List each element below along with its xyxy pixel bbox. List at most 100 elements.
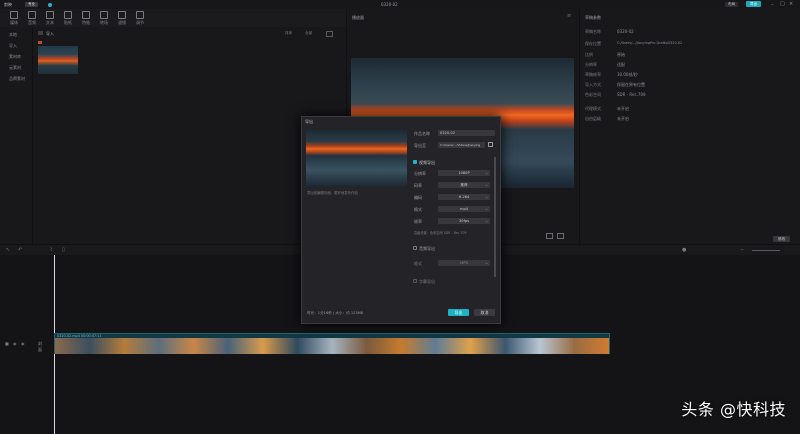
audio-section-title: 音频导出 <box>419 246 435 251</box>
sidebar-item-cloud[interactable]: 云素材 <box>9 65 21 71</box>
export-button[interactable]: 导出 <box>448 309 469 316</box>
media-thumbnail[interactable] <box>38 46 78 74</box>
draft-title: 草稿参数 <box>585 15 601 20</box>
chevron-down-icon: ⌄ <box>484 183 488 187</box>
filename-input[interactable]: 0320-02 <box>438 130 495 136</box>
grid-view-icon[interactable] <box>326 31 333 37</box>
audio-format-select[interactable]: MP3 ⌄ <box>438 260 490 266</box>
lock-icon[interactable]: ■ <box>5 341 9 346</box>
format-select[interactable]: mp4 ⌄ <box>438 206 490 212</box>
ratio-icon[interactable] <box>546 233 553 239</box>
resolution-select[interactable]: 1080P ⌄ <box>438 170 490 176</box>
dialog-scrollbar[interactable] <box>494 157 496 277</box>
minimize-icon[interactable]: – <box>771 2 774 8</box>
undo-icon[interactable]: ↶ <box>18 247 22 253</box>
transition-icon <box>100 11 108 19</box>
folder-icon[interactable] <box>488 142 493 147</box>
path-input[interactable]: C:/Users/.../Videos/Jianying <box>438 142 485 148</box>
subtitle-section-title: 字幕导出 <box>419 279 435 284</box>
sidebar-item-import[interactable]: 导入 <box>9 43 17 49</box>
cover-label[interactable]: 封面 <box>38 341 42 353</box>
dialog-title: 导出 <box>305 119 313 124</box>
video-export-checkbox[interactable] <box>413 160 417 164</box>
tool-text[interactable]: 文本 <box>42 11 58 26</box>
sidebar-item-library[interactable]: 素材库 <box>9 54 21 60</box>
prop-key: 草稿名称 <box>585 29 601 34</box>
tool-filter[interactable]: 滤镜 <box>114 11 130 26</box>
record-icon[interactable]: ● <box>682 247 686 253</box>
chevron-down-icon: ⌄ <box>484 219 488 223</box>
pro-badge[interactable]: 专业 <box>25 1 39 7</box>
prop-value: SDR - Rec.709 <box>617 92 646 97</box>
eye-icon[interactable]: ◉ <box>13 341 17 346</box>
bitrate-select[interactable]: 推荐 ⌄ <box>438 182 490 188</box>
filename-label: 作品名称 <box>414 131 430 136</box>
prop-key: 分辨率 <box>585 62 597 67</box>
media-header[interactable]: 导入 <box>46 31 54 37</box>
title-bar: 剪映 专业 0320-02 布局 导出 – □ × <box>0 0 800 9</box>
prop-value: 未开启 <box>617 116 629 121</box>
chevron-down-icon: ⌄ <box>484 261 488 265</box>
tool-transition[interactable]: 转场 <box>96 11 112 26</box>
framerate-select[interactable]: 30fps ⌄ <box>438 218 490 224</box>
cancel-button[interactable]: 取消 <box>474 309 495 316</box>
media-panel: 导入 排序 全部 <box>33 27 346 244</box>
video-clip[interactable]: 0320-02.mp4 00:00:47:11 <box>54 333 610 354</box>
chevron-down-icon: ⌄ <box>484 195 488 199</box>
audio-format-label: 格式 <box>414 261 422 266</box>
added-tag-icon <box>38 41 42 44</box>
close-icon[interactable]: × <box>789 1 793 7</box>
zoom-slider[interactable] <box>752 250 780 251</box>
prop-value: 保留在原有位置 <box>617 82 645 87</box>
prop-key: 比例 <box>585 52 593 57</box>
cover-preview[interactable] <box>306 130 407 187</box>
prop-key: 色彩空间 <box>585 92 601 97</box>
video-row-label: 格式 <box>414 207 422 212</box>
import-icon <box>38 31 43 35</box>
video-row-label: 分辨率 <box>414 171 426 176</box>
tool-adjust[interactable]: 调节 <box>132 11 148 26</box>
subtitle-export-checkbox[interactable] <box>413 279 417 283</box>
app-name: 剪映 <box>4 2 12 7</box>
top-export-button[interactable]: 导出 <box>746 1 762 7</box>
tool-sticker[interactable]: 贴纸 <box>60 11 76 26</box>
sidebar: 本地 导入 素材库 云素材 品牌素材 <box>0 27 32 244</box>
prop-value: 0320-02 <box>617 29 634 34</box>
project-title: 0320-02 <box>381 2 398 7</box>
modify-button[interactable]: 修改 <box>773 236 791 242</box>
player-menu-icon[interactable]: ≡ <box>567 13 571 19</box>
prop-key: 导入方式 <box>585 82 601 87</box>
tool-audio[interactable]: 音频 <box>24 11 40 26</box>
text-icon <box>46 11 54 19</box>
audio-icon <box>28 11 36 19</box>
status-dot-icon <box>48 3 52 7</box>
fullscreen-icon[interactable] <box>557 233 564 239</box>
split-icon[interactable]: ⌇ <box>50 247 52 253</box>
effects-icon <box>82 11 90 19</box>
media-icon <box>10 11 18 19</box>
codec-select[interactable]: H.264 ⌄ <box>438 194 490 200</box>
prop-key: 草稿帧率 <box>585 72 601 77</box>
filter-label[interactable]: 全部 <box>305 31 312 36</box>
audio-export-checkbox[interactable] <box>413 246 417 250</box>
sticker-icon <box>64 11 72 19</box>
mute-icon[interactable]: ◉ <box>21 341 25 346</box>
tool-effects[interactable]: 特效 <box>78 11 94 26</box>
filter-icon <box>118 11 126 19</box>
draft-panel: 草稿参数 修改 <box>580 9 800 244</box>
video-row-label: 帧率 <box>414 219 422 224</box>
delete-icon[interactable]: ▯ <box>62 247 65 253</box>
maximize-icon[interactable]: □ <box>780 1 785 7</box>
select-tool-icon[interactable]: ↖ <box>6 247 10 253</box>
prop-value: 未开启 <box>617 106 629 111</box>
layout-button[interactable]: 布局 <box>725 1 739 7</box>
player-title: 播放器 <box>352 15 364 20</box>
zoom-out-icon[interactable]: − <box>740 247 744 253</box>
path-label: 导出至 <box>414 143 426 148</box>
video-row-label: 编码 <box>414 195 422 200</box>
sidebar-item-local[interactable]: 本地 <box>9 32 17 38</box>
sort-label[interactable]: 排序 <box>285 31 292 36</box>
tool-media[interactable]: 媒体 <box>6 11 22 26</box>
sidebar-item-brand[interactable]: 品牌素材 <box>9 76 25 82</box>
video-row-label: 码率 <box>414 183 422 188</box>
